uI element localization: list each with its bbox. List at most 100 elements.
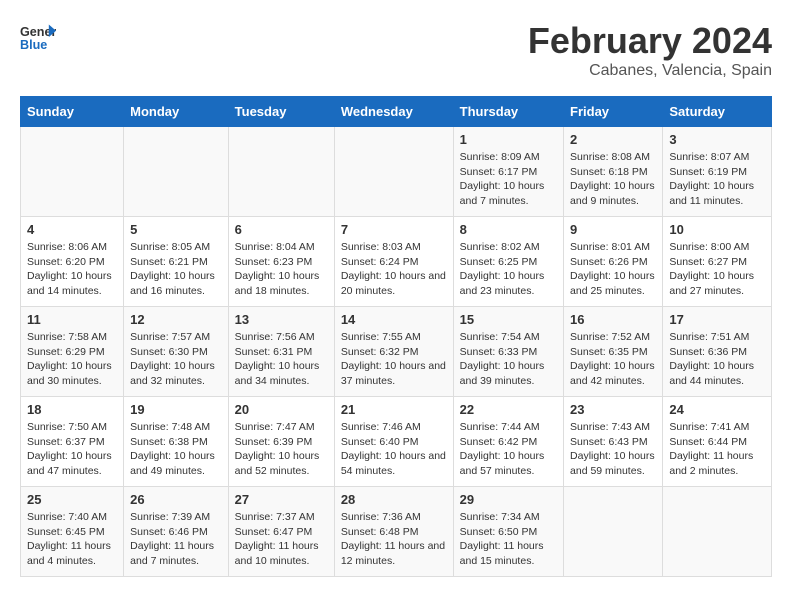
- day-number: 16: [570, 312, 656, 327]
- calendar-cell: 22Sunrise: 7:44 AMSunset: 6:42 PMDayligh…: [453, 397, 563, 487]
- day-info: Sunrise: 7:46 AMSunset: 6:40 PMDaylight:…: [341, 420, 447, 479]
- calendar-cell: 12 Sunrise: 7:57 AMSunset: 6:30 PMDayligh…: [124, 307, 229, 397]
- calendar-cell: 8 Sunrise: 8:02 AMSunset: 6:25 PMDaylight…: [453, 217, 563, 307]
- day-info: Sunrise: 7:37 AMSunset: 6:47 PMDaylight:…: [235, 510, 328, 569]
- calendar-week-1: 1Sunrise: 8:09 AMSunset: 6:17 PMDaylight…: [21, 127, 772, 217]
- calendar-cell: 20Sunrise: 7:47 AMSunset: 6:39 PMDayligh…: [228, 397, 334, 487]
- day-number: 26: [130, 492, 222, 507]
- calendar-cell: 26 Sunrise: 7:39 AMSunset: 6:46 PMDayligh…: [124, 487, 229, 577]
- calendar-cell: [124, 127, 229, 217]
- calendar-cell: [21, 127, 124, 217]
- calendar-cell: 25 Sunrise: 7:40 AMSunset: 6:45 PMDayligh…: [21, 487, 124, 577]
- day-info: Sunrise: 7:43 AMSunset: 6:43 PMDaylight:…: [570, 420, 656, 479]
- day-info: Sunrise: 7:39 AMSunset: 6:46 PMDaylight:…: [130, 510, 222, 569]
- calendar-cell: 9 Sunrise: 8:01 AMSunset: 6:26 PMDaylight…: [564, 217, 663, 307]
- day-number: 19: [130, 402, 222, 417]
- day-number: 6: [235, 222, 328, 237]
- day-info: Sunrise: 8:05 AMSunset: 6:21 PMDaylight:…: [130, 240, 222, 299]
- day-info: Sunrise: 7:40 AMSunset: 6:45 PMDaylight:…: [27, 510, 117, 569]
- day-info: Sunrise: 8:03 AMSunset: 6:24 PMDaylight:…: [341, 240, 447, 299]
- calendar-cell: 15Sunrise: 7:54 AMSunset: 6:33 PMDayligh…: [453, 307, 563, 397]
- calendar-cell: 28 Sunrise: 7:36 AMSunset: 6:48 PMDayligh…: [334, 487, 453, 577]
- weekday-header-wednesday: Wednesday: [334, 97, 453, 127]
- calendar-table: SundayMondayTuesdayWednesdayThursdayFrid…: [20, 96, 772, 577]
- day-number: 29: [460, 492, 557, 507]
- calendar-cell: [228, 127, 334, 217]
- day-number: 20: [235, 402, 328, 417]
- calendar-cell: 19 Sunrise: 7:48 AMSunset: 6:38 PMDayligh…: [124, 397, 229, 487]
- weekday-header-tuesday: Tuesday: [228, 97, 334, 127]
- day-info: Sunrise: 7:48 AMSunset: 6:38 PMDaylight:…: [130, 420, 222, 479]
- calendar-week-4: 18 Sunrise: 7:50 AMSunset: 6:37 PMDayligh…: [21, 397, 772, 487]
- day-number: 21: [341, 402, 447, 417]
- day-number: 9: [570, 222, 656, 237]
- weekday-header-thursday: Thursday: [453, 97, 563, 127]
- day-number: 12: [130, 312, 222, 327]
- calendar-cell: 14 Sunrise: 7:55 AMSunset: 6:32 PMDayligh…: [334, 307, 453, 397]
- day-info: Sunrise: 7:34 AMSunset: 6:50 PMDaylight:…: [460, 510, 557, 569]
- calendar-cell: 2 Sunrise: 8:08 AMSunset: 6:18 PMDaylight…: [564, 127, 663, 217]
- calendar-cell: [564, 487, 663, 577]
- day-number: 25: [27, 492, 117, 507]
- day-info: Sunrise: 7:51 AMSunset: 6:36 PMDaylight:…: [669, 330, 765, 389]
- calendar-cell: [663, 487, 772, 577]
- calendar-cell: 10 Sunrise: 8:00 AMSunset: 6:27 PMDayligh…: [663, 217, 772, 307]
- calendar-cell: 6Sunrise: 8:04 AMSunset: 6:23 PMDaylight…: [228, 217, 334, 307]
- day-info: Sunrise: 8:02 AMSunset: 6:25 PMDaylight:…: [460, 240, 557, 299]
- location: Cabanes, Valencia, Spain: [528, 62, 772, 80]
- day-number: 8: [460, 222, 557, 237]
- day-info: Sunrise: 7:50 AMSunset: 6:37 PMDaylight:…: [27, 420, 117, 479]
- calendar-cell: 1Sunrise: 8:09 AMSunset: 6:17 PMDaylight…: [453, 127, 563, 217]
- calendar-cell: 4Sunrise: 8:06 AMSunset: 6:20 PMDaylight…: [21, 217, 124, 307]
- day-info: Sunrise: 7:41 AMSunset: 6:44 PMDaylight:…: [669, 420, 765, 479]
- day-info: Sunrise: 7:52 AMSunset: 6:35 PMDaylight:…: [570, 330, 656, 389]
- day-number: 2: [570, 132, 656, 147]
- day-number: 22: [460, 402, 557, 417]
- title-block: February 2024 Cabanes, Valencia, Spain: [528, 20, 772, 80]
- calendar-cell: 13 Sunrise: 7:56 AMSunset: 6:31 PMDayligh…: [228, 307, 334, 397]
- calendar-cell: 18 Sunrise: 7:50 AMSunset: 6:37 PMDayligh…: [21, 397, 124, 487]
- day-info: Sunrise: 8:08 AMSunset: 6:18 PMDaylight:…: [570, 150, 656, 209]
- day-number: 24: [669, 402, 765, 417]
- day-info: Sunrise: 7:58 AMSunset: 6:29 PMDaylight:…: [27, 330, 117, 389]
- calendar-week-5: 25 Sunrise: 7:40 AMSunset: 6:45 PMDayligh…: [21, 487, 772, 577]
- day-number: 27: [235, 492, 328, 507]
- day-info: Sunrise: 7:55 AMSunset: 6:32 PMDaylight:…: [341, 330, 447, 389]
- logo: General Blue: [20, 20, 56, 56]
- weekday-header-monday: Monday: [124, 97, 229, 127]
- day-info: Sunrise: 7:56 AMSunset: 6:31 PMDaylight:…: [235, 330, 328, 389]
- weekday-header-friday: Friday: [564, 97, 663, 127]
- day-number: 3: [669, 132, 765, 147]
- month-title: February 2024: [528, 20, 772, 62]
- day-number: 23: [570, 402, 656, 417]
- day-info: Sunrise: 8:07 AMSunset: 6:19 PMDaylight:…: [669, 150, 765, 209]
- day-number: 28: [341, 492, 447, 507]
- day-number: 4: [27, 222, 117, 237]
- day-info: Sunrise: 7:57 AMSunset: 6:30 PMDaylight:…: [130, 330, 222, 389]
- day-number: 7: [341, 222, 447, 237]
- page-header: General Blue February 2024 Cabanes, Vale…: [20, 20, 772, 80]
- day-number: 13: [235, 312, 328, 327]
- svg-text:Blue: Blue: [20, 38, 47, 52]
- day-number: 11: [27, 312, 117, 327]
- day-number: 17: [669, 312, 765, 327]
- weekday-header-sunday: Sunday: [21, 97, 124, 127]
- calendar-cell: 11 Sunrise: 7:58 AMSunset: 6:29 PMDayligh…: [21, 307, 124, 397]
- day-number: 14: [341, 312, 447, 327]
- calendar-cell: 16 Sunrise: 7:52 AMSunset: 6:35 PMDayligh…: [564, 307, 663, 397]
- day-info: Sunrise: 8:01 AMSunset: 6:26 PMDaylight:…: [570, 240, 656, 299]
- weekday-header-saturday: Saturday: [663, 97, 772, 127]
- day-number: 18: [27, 402, 117, 417]
- day-info: Sunrise: 8:00 AMSunset: 6:27 PMDaylight:…: [669, 240, 765, 299]
- day-info: Sunrise: 7:36 AMSunset: 6:48 PMDaylight:…: [341, 510, 447, 569]
- day-number: 10: [669, 222, 765, 237]
- calendar-cell: 17 Sunrise: 7:51 AMSunset: 6:36 PMDayligh…: [663, 307, 772, 397]
- calendar-cell: 7 Sunrise: 8:03 AMSunset: 6:24 PMDaylight…: [334, 217, 453, 307]
- logo-icon: General Blue: [20, 20, 56, 56]
- calendar-cell: 27 Sunrise: 7:37 AMSunset: 6:47 PMDayligh…: [228, 487, 334, 577]
- day-info: Sunrise: 7:54 AMSunset: 6:33 PMDaylight:…: [460, 330, 557, 389]
- day-number: 1: [460, 132, 557, 147]
- weekday-header-row: SundayMondayTuesdayWednesdayThursdayFrid…: [21, 97, 772, 127]
- calendar-week-2: 4Sunrise: 8:06 AMSunset: 6:20 PMDaylight…: [21, 217, 772, 307]
- calendar-cell: [334, 127, 453, 217]
